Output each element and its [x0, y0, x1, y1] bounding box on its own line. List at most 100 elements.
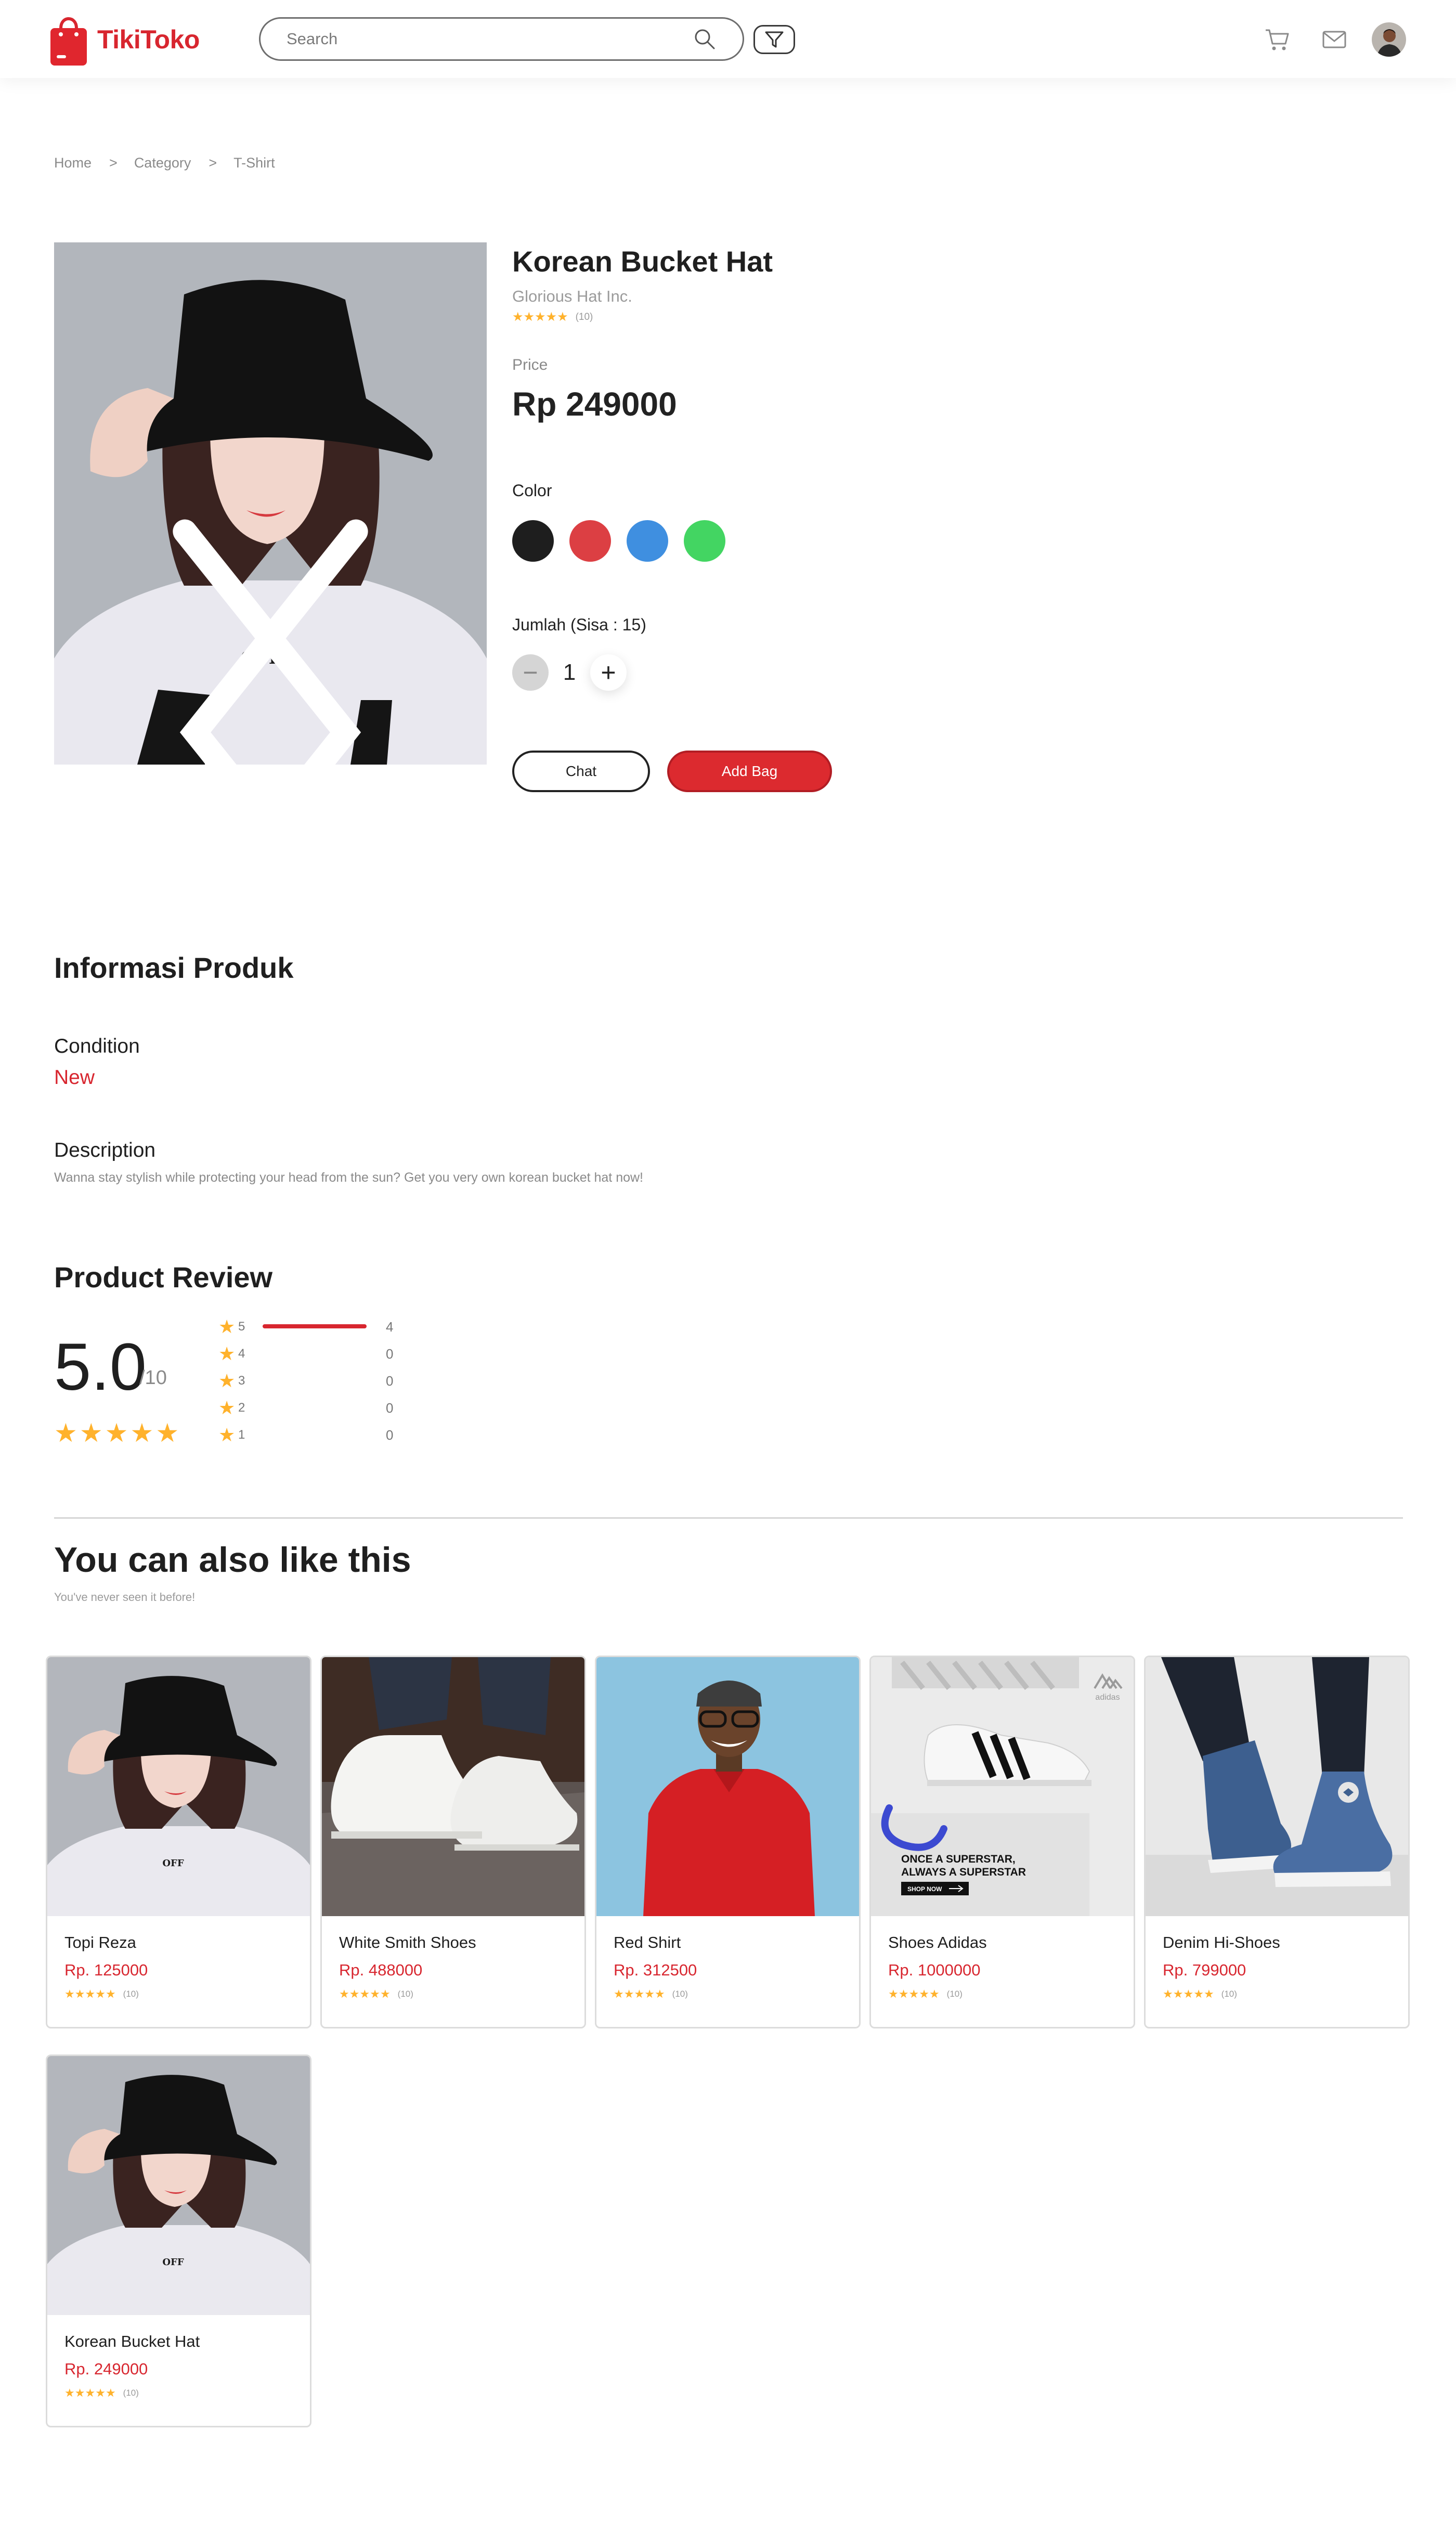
info-section-title: Informasi Produk — [54, 951, 294, 984]
rating-count: (10) — [575, 312, 593, 322]
review-score-denominator: /10 — [139, 1367, 167, 1389]
breadcrumb-category[interactable]: Category — [134, 155, 191, 171]
product-card[interactable]: Red Shirt Rp. 312500 ★ ★ ★ ★ ★ (10) — [595, 1656, 861, 2028]
star-icon: ★ — [512, 310, 524, 324]
ad-headline-line1: ONCE A SUPERSTAR, — [901, 1853, 1016, 1865]
section-divider — [54, 1517, 1403, 1519]
star-icon: ★ — [95, 1987, 106, 2000]
rating-count: (10) — [123, 2388, 139, 2398]
product-card[interactable]: OFF Topi Reza Rp. 125000 ★ ★ ★ ★ ★ (10) — [46, 1656, 311, 2028]
search-bar[interactable] — [259, 17, 744, 61]
ad-headline-line2: ALWAYS A SUPERSTAR — [901, 1866, 1026, 1878]
rating-level-count: 0 — [386, 1427, 394, 1443]
rating-bar-fill — [263, 1324, 367, 1328]
mail-icon[interactable] — [1321, 26, 1348, 53]
product-card-name: White Smith Shoes — [339, 1933, 476, 1952]
color-swatch-red[interactable] — [569, 520, 611, 562]
product-card-image — [1146, 1657, 1408, 1916]
color-swatches — [512, 520, 725, 562]
product-card-image: OFF — [47, 1657, 310, 1916]
search-input[interactable] — [287, 30, 693, 48]
breadcrumb-tshirt[interactable]: T-Shirt — [233, 155, 275, 171]
chat-button[interactable]: Chat — [512, 751, 650, 792]
star-icon: ★ — [1203, 1987, 1214, 2000]
product-card-rating: ★ ★ ★ ★ ★ (10) — [1163, 1988, 1237, 2000]
star-icon: ★ — [359, 1987, 370, 2000]
shirt-print-text: OFF — [162, 1858, 184, 1869]
star-icon: ★ — [557, 310, 568, 324]
product-title: Korean Bucket Hat — [512, 245, 773, 278]
product-image-carousel[interactable]: OFF — [54, 242, 487, 765]
quantity-value: 1 — [563, 660, 576, 685]
star-icon: ★ — [85, 1987, 96, 2000]
cart-icon[interactable] — [1264, 26, 1291, 53]
product-card[interactable]: OFF Korean Bucket Hat Rp. 249000 ★ ★ ★ ★ ★ (… — [46, 2054, 311, 2427]
star-icon: ★ — [929, 1987, 940, 2000]
star-icon: ★ — [105, 1418, 128, 1448]
color-swatch-black[interactable] — [512, 520, 554, 562]
star-icon: ★ — [1163, 1987, 1173, 2000]
ad-brand-text: adidas — [1095, 1693, 1120, 1702]
rating-count: (10) — [123, 1989, 139, 1999]
star-icon: ★ — [623, 1987, 634, 2000]
star-icon: ★ — [654, 1987, 665, 2000]
product-card-image — [596, 1657, 859, 1916]
filter-button[interactable] — [753, 25, 795, 54]
chevron-right-icon[interactable] — [54, 471, 482, 765]
star-icon: ★ — [218, 1343, 236, 1364]
logo[interactable]: TikiToko — [49, 12, 200, 67]
product-card-name: Topi Reza — [64, 1933, 136, 1952]
rating-bar — [263, 1432, 367, 1437]
star-icon: ★ — [74, 2386, 85, 2399]
color-swatch-green[interactable] — [684, 520, 725, 562]
product-card-name: Korean Bucket Hat — [64, 2332, 200, 2350]
rating-count: (10) — [672, 1989, 688, 1999]
star-icon: ★ — [380, 1987, 391, 2000]
filter-icon — [765, 31, 784, 48]
product-card[interactable]: Denim Hi-Shoes Rp. 799000 ★ ★ ★ ★ ★ (10) — [1144, 1656, 1410, 2028]
star-icon: ★ — [218, 1316, 236, 1337]
description-value: Wanna stay stylish while protecting your… — [54, 1170, 643, 1185]
ad-shop-now: SHOP NOW — [907, 1885, 942, 1893]
star-icon: ★ — [634, 1987, 645, 2000]
product-brand: Glorious Hat Inc. — [512, 287, 632, 305]
product-card-rating: ★ ★ ★ ★ ★ (10) — [64, 2387, 139, 2399]
user-avatar[interactable] — [1372, 22, 1406, 57]
decrease-quantity-button[interactable]: − — [512, 654, 549, 691]
description-label: Description — [54, 1139, 156, 1161]
rating-level: 4 — [238, 1347, 245, 1361]
add-bag-button[interactable]: Add Bag — [667, 751, 832, 792]
color-swatch-blue[interactable] — [627, 520, 668, 562]
product-card-price: Rp. 312500 — [614, 1961, 697, 1979]
star-icon: ★ — [349, 1987, 360, 2000]
rating-bar — [263, 1351, 367, 1355]
logo-text: TikiToko — [97, 25, 200, 54]
product-card[interactable]: ONCE A SUPERSTAR, ALWAYS A SUPERSTAR SHO… — [869, 1656, 1135, 2028]
star-icon: ★ — [64, 2386, 75, 2399]
review-stars: ★ ★ ★ ★ ★ — [54, 1420, 179, 1446]
recommend-title: You can also like this — [54, 1540, 411, 1580]
star-icon: ★ — [74, 1987, 85, 2000]
star-icon: ★ — [898, 1987, 909, 2000]
product-card-image: ONCE A SUPERSTAR, ALWAYS A SUPERSTAR SHO… — [871, 1657, 1134, 1916]
star-icon: ★ — [908, 1987, 919, 2000]
rating-count: (10) — [397, 1989, 413, 1999]
star-icon: ★ — [95, 2386, 106, 2399]
product-card-name: Shoes Adidas — [888, 1933, 987, 1952]
product-card-price: Rp. 488000 — [339, 1961, 423, 1979]
increase-quantity-button[interactable]: + — [590, 654, 627, 691]
rating-breakdown-row: ★ 3 0 — [218, 1367, 395, 1394]
condition-label: Condition — [54, 1035, 140, 1057]
star-icon: ★ — [339, 1987, 349, 2000]
star-icon: ★ — [919, 1987, 929, 2000]
star-icon: ★ — [218, 1370, 236, 1391]
top-header: TikiToko — [0, 0, 1456, 78]
breadcrumb-home[interactable]: Home — [54, 155, 92, 171]
product-card[interactable]: White Smith Shoes Rp. 488000 ★ ★ ★ ★ ★ (10) — [320, 1656, 586, 2028]
product-card-image — [322, 1657, 584, 1916]
rating-level-count: 0 — [386, 1346, 394, 1362]
search-icon[interactable] — [693, 27, 717, 51]
product-card-rating: ★ ★ ★ ★ ★ (10) — [888, 1988, 963, 2000]
star-icon: ★ — [105, 1987, 116, 2000]
star-icon: ★ — [523, 310, 535, 324]
